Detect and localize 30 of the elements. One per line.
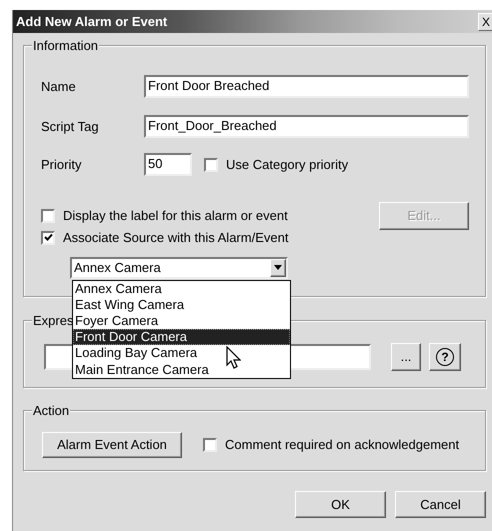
dropdown-option[interactable]: Foyer Camera	[73, 312, 290, 330]
close-button[interactable]: X	[478, 12, 492, 30]
dropdown-field[interactable]: Annex Camera	[70, 256, 288, 279]
cancel-button[interactable]: Cancel	[395, 491, 486, 518]
checkbox[interactable]	[41, 230, 55, 245]
dropdown-option[interactable]: Loading Bay Camera	[73, 345, 290, 362]
field-label: Script Tag	[41, 118, 100, 134]
help-button[interactable]: ?	[429, 343, 461, 371]
checkbox-label: Associate Source with this Alarm/Event	[63, 230, 288, 246]
text-field[interactable]: Front Door Breached	[144, 75, 469, 98]
browse-button[interactable]: ...	[391, 343, 421, 371]
field-label: Priority	[41, 156, 82, 172]
dropdown-option[interactable]: Front Door Camera	[73, 329, 290, 346]
cursor-icon	[226, 346, 241, 369]
dropdown-option[interactable]: East Wing Camera	[73, 296, 290, 313]
field-label: Name	[41, 78, 77, 94]
group-legend: Expres	[32, 313, 74, 329]
checkbox[interactable]	[41, 209, 55, 223]
checkbox-label: Comment required on acknowledgement	[225, 437, 460, 453]
text-field[interactable]: Front_Door_Breached	[144, 115, 469, 138]
window-title: Add New Alarm or Event	[16, 14, 168, 30]
ok-button[interactable]: OK	[295, 491, 386, 518]
checkbox-label: Use Category priority	[226, 156, 348, 172]
checkbox-label: Display the label for this alarm or event	[63, 208, 288, 224]
dropdown-option[interactable]: Annex Camera	[73, 280, 290, 297]
checkbox[interactable]	[204, 158, 218, 172]
alarm-event-action-button[interactable]: Alarm Event Action	[42, 432, 182, 458]
text-field[interactable]: 50	[144, 153, 192, 176]
checkbox[interactable]	[203, 438, 217, 452]
dropdown-option[interactable]: Main Entrance Camera	[73, 362, 290, 378]
